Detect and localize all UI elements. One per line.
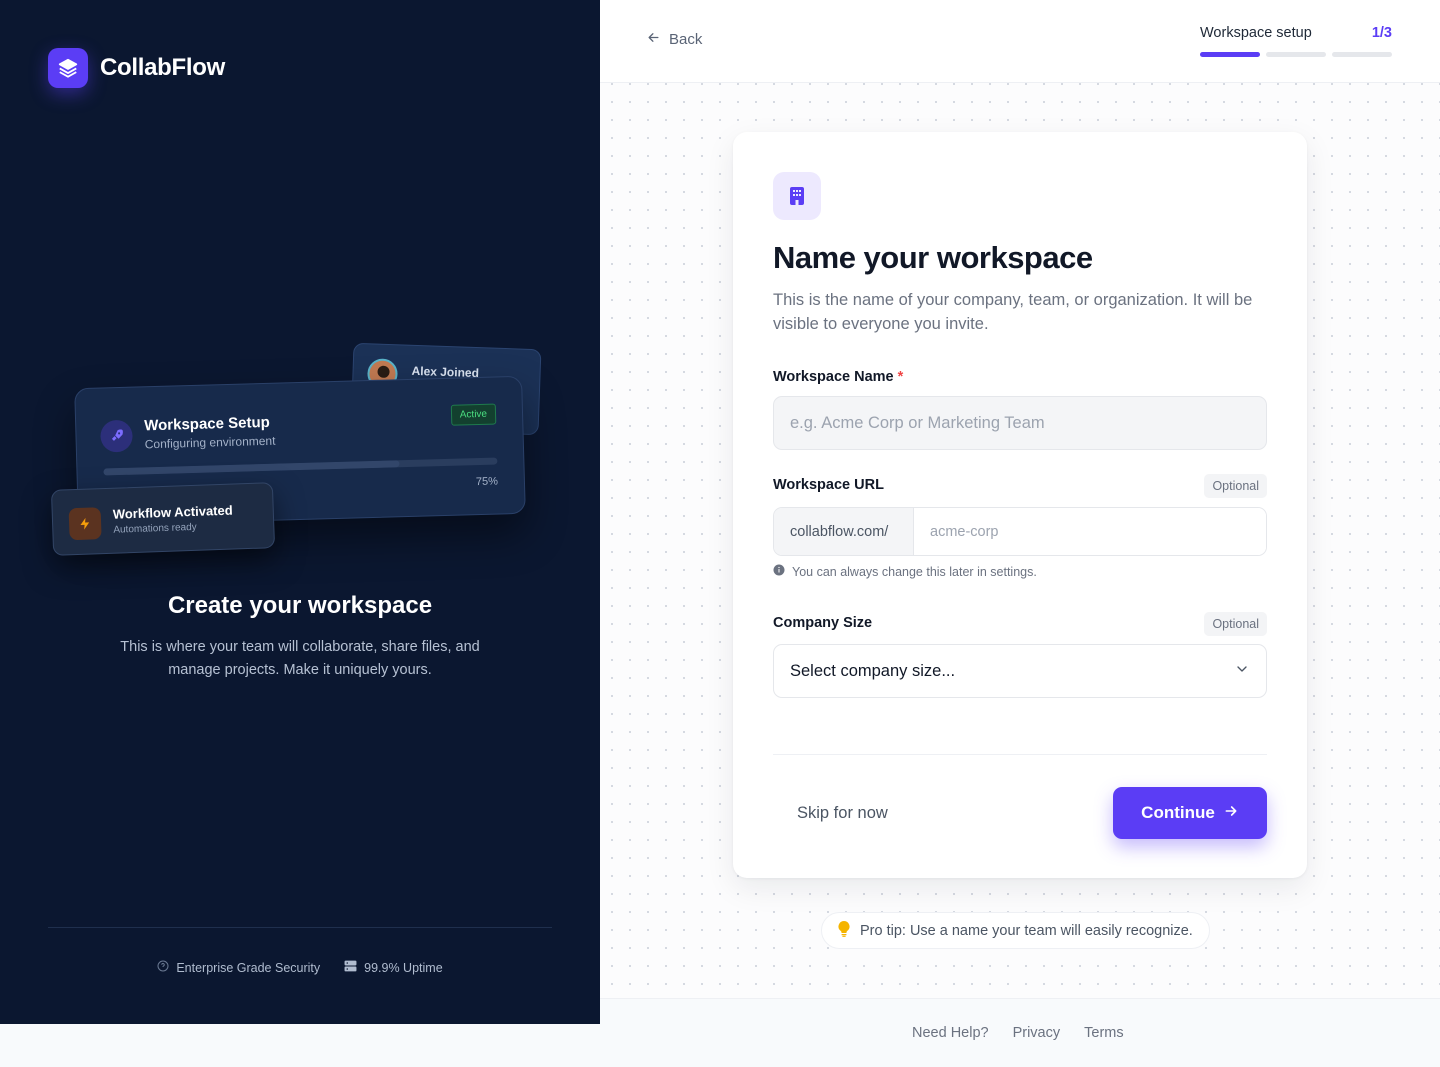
server-icon — [344, 960, 357, 975]
step-indicator — [1266, 52, 1326, 57]
page-description: This is the name of your company, team, … — [773, 291, 1253, 333]
label-text: Workspace Name — [773, 369, 894, 385]
step-count: 1/3 — [1371, 25, 1392, 41]
lightning-icon — [68, 507, 102, 541]
footer-link-privacy[interactable]: Privacy — [1013, 1025, 1061, 1041]
setup-card-subtitle: Configuring environment — [144, 433, 276, 452]
divider — [773, 754, 1267, 755]
company-size-select[interactable]: Select company size... — [773, 644, 1267, 698]
feature-label: Enterprise Grade Security — [176, 960, 321, 975]
feature-list: Enterprise Grade Security 99.9% Uptime — [0, 960, 600, 975]
arrow-left-icon — [646, 30, 661, 49]
workspace-url-label: Workspace URL — [773, 477, 884, 493]
workflow-card-title: Workflow Activated — [112, 502, 233, 522]
setup-card-title: Workspace Setup — [143, 413, 271, 435]
progress-fill — [103, 460, 399, 476]
step-indicator — [1332, 52, 1392, 57]
top-bar: Back Workspace setup 1/3 — [600, 0, 1440, 83]
workspace-url-input[interactable] — [914, 508, 1266, 555]
workspace-url-field: collabflow.com/ — [773, 507, 1267, 556]
divider — [48, 927, 552, 928]
url-prefix: collabflow.com/ — [774, 508, 914, 555]
continue-button[interactable]: Continue — [1113, 787, 1267, 839]
pro-tip: Pro tip: Use a name your team will easil… — [821, 912, 1210, 949]
shield-icon — [157, 960, 169, 975]
back-label: Back — [669, 31, 703, 48]
step-indicator — [1200, 52, 1260, 57]
lightbulb-icon — [838, 920, 850, 941]
status-badge: Active — [450, 403, 497, 426]
optional-badge: Optional — [1204, 612, 1267, 636]
progress-track — [103, 457, 498, 476]
chevron-down-icon — [1234, 661, 1250, 682]
footer-link-help[interactable]: Need Help? — [912, 1025, 989, 1041]
workspace-name-label: Workspace Name * — [773, 369, 903, 385]
brand[interactable]: CollabFlow — [48, 48, 225, 88]
layers-icon — [48, 48, 88, 88]
back-button[interactable]: Back — [646, 30, 702, 49]
arrow-right-icon — [1223, 803, 1239, 824]
feature-label: 99.9% Uptime — [364, 960, 443, 975]
skip-button[interactable]: Skip for now — [797, 804, 888, 823]
step-progress — [1200, 52, 1392, 57]
rocket-icon — [100, 419, 133, 453]
continue-label: Continue — [1141, 803, 1215, 822]
footer-link-terms[interactable]: Terms — [1084, 1025, 1123, 1041]
workflow-card-subtitle: Automations ready — [113, 521, 197, 536]
required-mark: * — [897, 369, 904, 385]
hint-text: You can always change this later in sett… — [792, 564, 1037, 579]
info-icon — [773, 564, 785, 579]
left-title: Create your workspace — [167, 592, 433, 619]
footer: Need Help? Privacy Terms — [600, 998, 1440, 1067]
feature-security: Enterprise Grade Security — [157, 960, 320, 975]
left-description: This is where your team will collaborate… — [120, 639, 480, 678]
feature-uptime: 99.9% Uptime — [344, 960, 443, 975]
workspace-name-input[interactable] — [773, 396, 1267, 450]
left-panel: CollabFlow Alex Joined Workspace Setup C… — [0, 0, 600, 1024]
brand-name: CollabFlow — [100, 54, 225, 81]
progress-label: 75% — [475, 475, 499, 489]
select-value: Select company size... — [790, 661, 956, 680]
right-panel: Back Workspace setup 1/3 Name your works… — [600, 0, 1440, 1067]
url-hint: You can always change this later in sett… — [773, 564, 1037, 579]
page-title: Name your workspace — [773, 240, 1093, 275]
step-label: Workspace setup — [1200, 25, 1312, 41]
form-card: Name your workspace This is the name of … — [733, 132, 1307, 878]
company-size-label: Company Size — [773, 615, 873, 631]
tip-text: Pro tip: Use a name your team will easil… — [860, 922, 1193, 939]
workflow-card: Workflow Activated Automations ready — [50, 482, 276, 556]
optional-badge: Optional — [1204, 474, 1267, 498]
building-icon — [773, 172, 821, 220]
